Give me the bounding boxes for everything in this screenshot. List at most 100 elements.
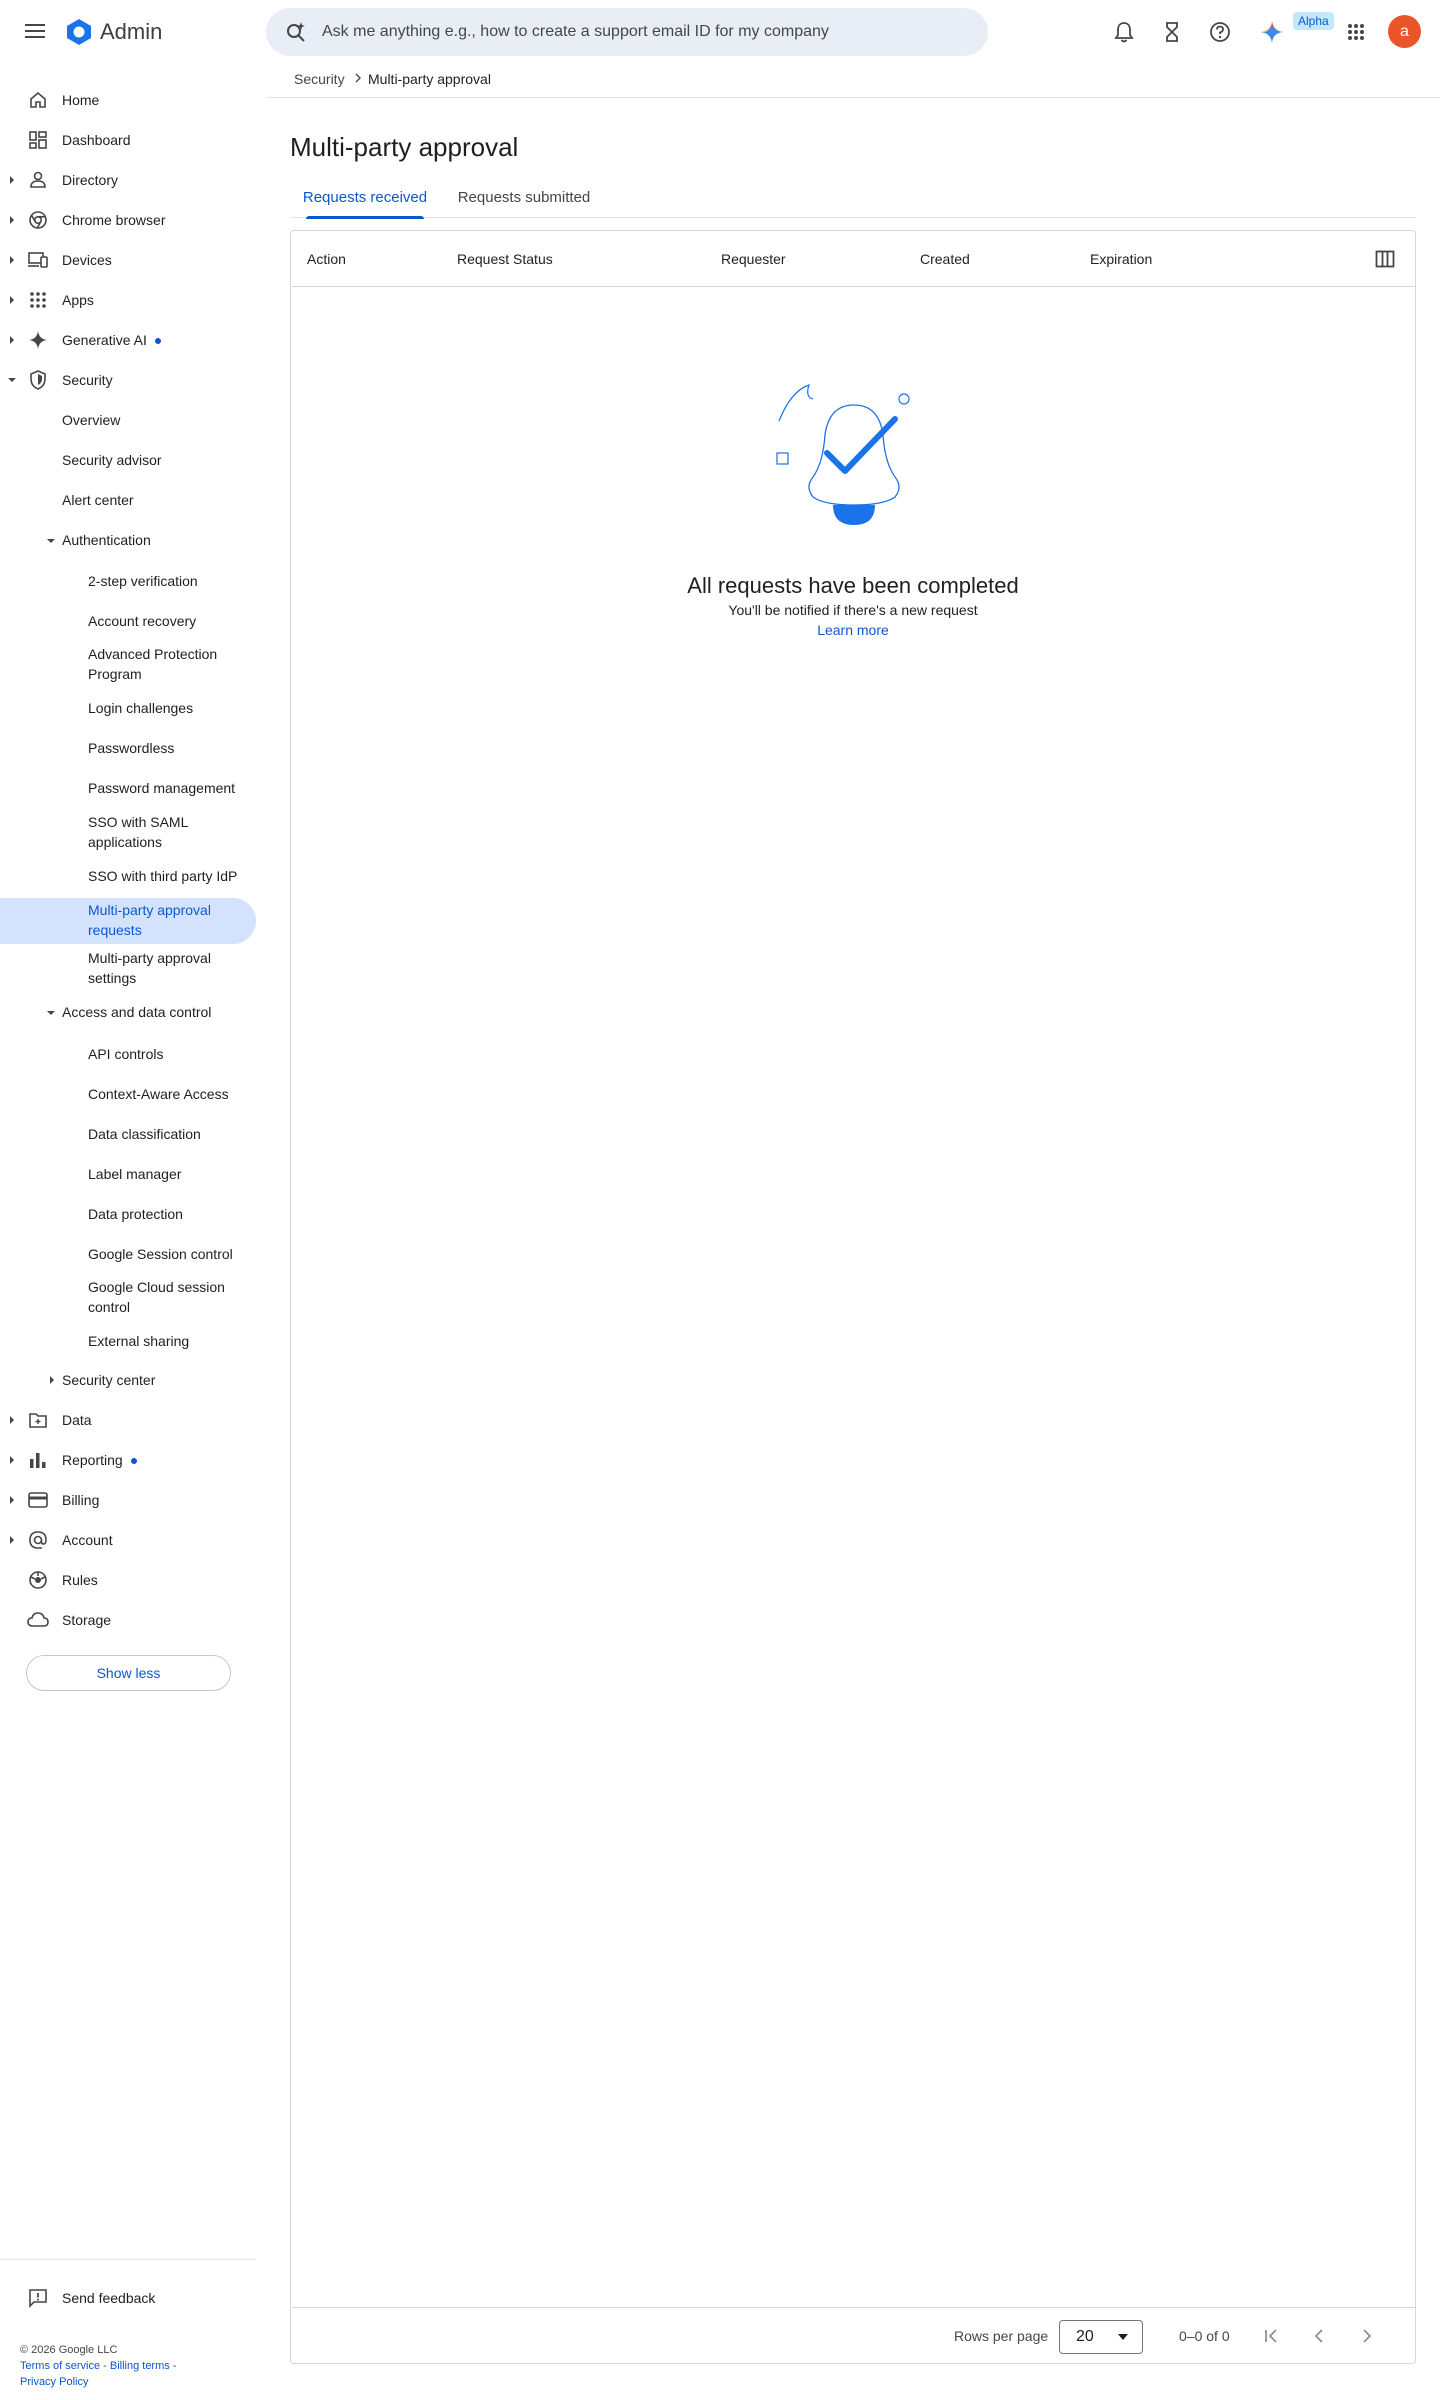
sidebar-item-advanced-protection-program[interactable]: Advanced Protection Program — [88, 644, 248, 684]
sidebar-item-sso-saml[interactable]: SSO with SAML applications — [88, 812, 248, 852]
terms-of-service-link[interactable]: Terms of service — [20, 2360, 100, 2372]
empty-state-title: All requests have been completed — [687, 573, 1019, 598]
send-feedback-button[interactable]: Send feedback — [0, 2280, 256, 2316]
sidebar-item-data-protection[interactable]: Data protection — [88, 1204, 248, 1224]
sidebar-item-chrome-browser[interactable]: Chrome browser — [0, 200, 256, 240]
sidebar-item-label-wrap: Reporting — [62, 1452, 137, 1468]
caret-right-icon — [10, 216, 14, 224]
sidebar-item-home[interactable]: Home — [0, 80, 256, 120]
learn-more-link[interactable]: Learn more — [817, 622, 889, 638]
sidebar-item-context-aware-access[interactable]: Context-Aware Access — [88, 1084, 248, 1104]
sidebar-item-generative-ai[interactable]: Generative AI — [0, 320, 256, 360]
new-indicator-dot — [130, 1458, 137, 1465]
sidebar-item-alert-center[interactable]: Alert center — [62, 492, 134, 508]
tab-bar: Requests received Requests submitted — [290, 176, 1416, 219]
tab-requests-submitted[interactable]: Requests submitted — [440, 176, 608, 218]
sidebar-item-multi-party-approval-requests[interactable]: Multi-party approval requests — [88, 900, 248, 940]
sidebar-item-account-recovery[interactable]: Account recovery — [88, 611, 248, 631]
column-header-expiration[interactable]: Expiration — [1090, 251, 1152, 267]
sidebar-item-devices[interactable]: Devices — [0, 240, 256, 280]
google-apps-icon[interactable] — [1343, 19, 1369, 45]
sidebar-footer: © 2026 Google LLC Terms of service - Bil… — [20, 2344, 177, 2388]
caret-right-icon — [10, 1416, 14, 1424]
sidebar-item-authentication[interactable]: Authentication — [62, 532, 151, 548]
caret-right-icon — [10, 1536, 14, 1544]
dashboard-icon — [27, 129, 49, 151]
sidebar-item-label: Reporting — [62, 1452, 123, 1468]
copyright-text: © 2026 Google LLC — [20, 2344, 118, 2356]
sidebar-item-data[interactable]: Data — [0, 1400, 256, 1440]
sidebar-item-label-manager[interactable]: Label manager — [88, 1164, 248, 1184]
sidebar-item-dashboard[interactable]: Dashboard — [0, 120, 256, 160]
sidebar-item-google-cloud-session-control[interactable]: Google Cloud session control — [88, 1277, 248, 1317]
tab-requests-received[interactable]: Requests received — [290, 176, 440, 219]
show-less-button[interactable]: Show less — [26, 1655, 231, 1691]
gemini-sparkle-icon[interactable] — [1259, 19, 1285, 45]
search-input[interactable] — [322, 23, 962, 41]
sidebar-item-directory[interactable]: Directory — [0, 160, 256, 200]
send-feedback-label: Send feedback — [62, 2290, 156, 2306]
column-header-created[interactable]: Created — [920, 251, 970, 267]
sidebar-item-overview[interactable]: Overview — [62, 412, 120, 428]
sidebar-item-security[interactable]: Security — [0, 360, 256, 400]
notifications-bell-icon[interactable] — [1111, 19, 1137, 45]
rows-per-page-select[interactable]: 20 — [1059, 2320, 1143, 2354]
sidebar-item-data-classification[interactable]: Data classification — [88, 1124, 248, 1144]
column-header-requester[interactable]: Requester — [721, 251, 786, 267]
sidebar-item-apps[interactable]: Apps — [0, 280, 256, 320]
sidebar-item-storage[interactable]: Storage — [0, 1600, 256, 1640]
search-bar[interactable] — [266, 8, 988, 56]
previous-page-icon[interactable] — [1307, 2324, 1331, 2348]
page-title: Multi-party approval — [290, 132, 519, 162]
manage-columns-icon[interactable] — [1373, 247, 1397, 271]
sidebar-item-rules[interactable]: Rules — [0, 1560, 256, 1600]
billing-terms-link[interactable]: Billing terms — [110, 2360, 170, 2372]
sidebar-item-label: Generative AI — [62, 332, 147, 348]
account-avatar[interactable]: a — [1388, 15, 1421, 48]
bell-checkmark-illustration — [776, 384, 910, 525]
rows-per-page-value: 20 — [1076, 2328, 1094, 2345]
table-pagination: Rows per page 20 0–0 of 0 — [291, 2307, 1415, 2363]
column-header-request-status[interactable]: Request Status — [457, 251, 553, 267]
rules-icon — [27, 1569, 49, 1591]
tab-label: Requests submitted — [457, 188, 591, 206]
column-header-action[interactable]: Action — [307, 251, 346, 267]
app-title: Admin — [100, 19, 163, 44]
first-page-icon[interactable] — [1259, 2324, 1283, 2348]
sidebar-item-label: Billing — [62, 1492, 100, 1508]
empty-state-link-row: Learn more — [291, 622, 1415, 638]
main-menu-icon[interactable] — [22, 18, 48, 44]
requests-table: Action Request Status Requester Created … — [290, 230, 1416, 2364]
sidebar-item-2-step-verification[interactable]: 2-step verification — [88, 571, 248, 591]
apps-grid-icon — [27, 289, 49, 311]
sidebar-item-passwordless[interactable]: Passwordless — [88, 738, 248, 758]
sidebar-item-external-sharing[interactable]: External sharing — [88, 1331, 248, 1351]
google-admin-hexagon-icon — [67, 19, 91, 45]
sidebar-item-billing[interactable]: Billing — [0, 1480, 256, 1520]
next-page-icon[interactable] — [1355, 2324, 1379, 2348]
sidebar-item-security-advisor[interactable]: Security advisor — [62, 452, 162, 468]
sidebar-item-reporting[interactable]: Reporting — [0, 1440, 256, 1480]
sidebar-item-password-management[interactable]: Password management — [88, 778, 248, 798]
shield-icon — [27, 369, 49, 391]
empty-state-subtitle: You'll be notified if there's a new requ… — [728, 602, 978, 618]
sidebar-item-account[interactable]: Account — [0, 1520, 256, 1560]
sidebar-item-security-center[interactable]: Security center — [62, 1372, 155, 1388]
caret-down-icon — [8, 378, 16, 382]
privacy-policy-link[interactable]: Privacy Policy — [20, 2376, 88, 2388]
sidebar-item-label: Chrome browser — [62, 212, 166, 228]
admin-logo[interactable]: Admin — [64, 17, 162, 47]
caret-right-icon — [10, 1456, 14, 1464]
sidebar-item-label: Security — [62, 372, 113, 388]
hourglass-tasks-icon[interactable] — [1159, 19, 1185, 45]
caret-right-icon — [10, 1496, 14, 1504]
breadcrumb-security-link[interactable]: Security — [294, 71, 345, 87]
sidebar-item-multi-party-approval-settings[interactable]: Multi-party approval settings — [88, 948, 248, 988]
help-icon[interactable] — [1207, 19, 1233, 45]
breadcrumb-current: Multi-party approval — [368, 71, 491, 87]
sidebar-item-google-session-control[interactable]: Google Session control — [88, 1244, 248, 1264]
sidebar-item-access-data-control[interactable]: Access and data control — [62, 1004, 211, 1020]
sidebar-item-api-controls[interactable]: API controls — [88, 1044, 248, 1064]
sidebar-item-sso-third-party-idp[interactable]: SSO with third party IdP — [88, 866, 248, 886]
sidebar-item-login-challenges[interactable]: Login challenges — [88, 698, 248, 718]
